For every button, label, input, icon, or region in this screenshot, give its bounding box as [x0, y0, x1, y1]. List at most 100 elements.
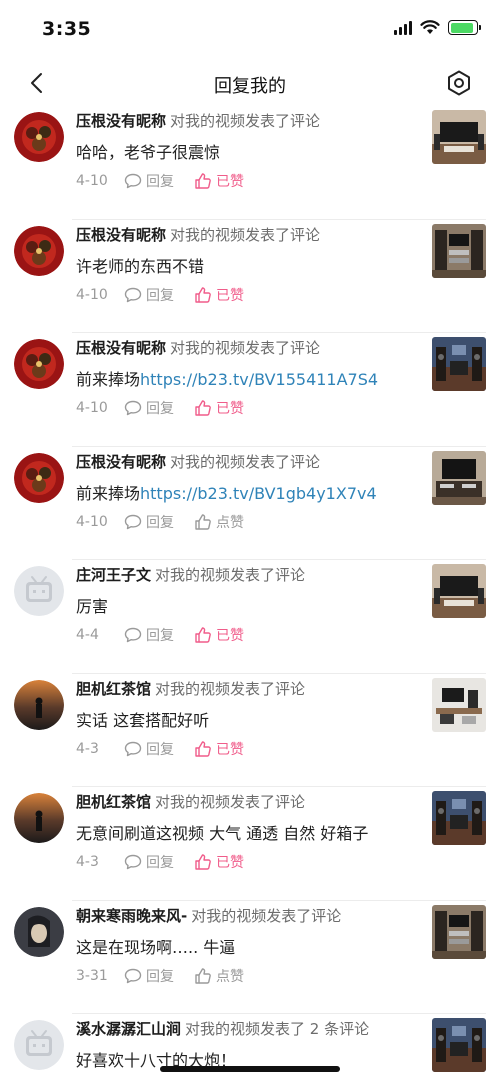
avatar[interactable]: [14, 225, 64, 276]
reply-button[interactable]: 回复: [124, 625, 174, 645]
video-link[interactable]: https://b23.tv/BV1gb4y1X7v4: [140, 484, 377, 503]
video-thumbnail[interactable]: [432, 450, 486, 505]
comment-icon: [124, 627, 142, 643]
page-title: 回复我的: [214, 76, 286, 97]
comment-icon: [124, 854, 142, 870]
username[interactable]: 溪水潺潺汇山涧: [76, 1020, 181, 1038]
wifi-icon: [420, 20, 440, 34]
reply-button[interactable]: 回复: [124, 398, 174, 418]
reply-item[interactable]: 朝来寒雨晚来风- 对我的视频发表了评论这是在现场啊….. 牛逼 3-31 回复 点赞: [0, 901, 500, 1015]
reply-button[interactable]: 回复: [124, 171, 174, 191]
reply-header: 压根没有昵称 对我的视频发表了评论: [76, 224, 320, 245]
username[interactable]: 胆机红茶馆: [76, 680, 151, 698]
reply-item[interactable]: 胆机红茶馆 对我的视频发表了评论无意间刷道这视频 大气 通透 自然 好箱子 4-3 回…: [0, 787, 500, 901]
action-text: 对我的视频发表了评论: [191, 906, 342, 925]
reply-meta: 4-10 回复 已赞: [76, 284, 244, 306]
like-button[interactable]: 点赞: [194, 512, 244, 532]
avatar[interactable]: [14, 1020, 64, 1070]
reply-item[interactable]: 庄河王子文 对我的视频发表了评论 厉害 4-4 回复 已赞: [0, 560, 500, 674]
reply-date: 4-10: [76, 400, 108, 416]
username[interactable]: 压根没有昵称: [76, 112, 166, 130]
thumbs-up-icon: [195, 513, 211, 530]
like-label: 已赞: [216, 741, 244, 758]
reply-meta: 4-3 回复 已赞: [76, 851, 244, 873]
reply-item[interactable]: 胆机红茶馆 对我的视频发表了评论 实话 这套搭配好听 4-3 回复 已赞: [0, 674, 500, 788]
comment-body: 这是在现场啊….. 牛逼: [76, 937, 236, 957]
avatar[interactable]: [14, 679, 64, 730]
thumbs-up-icon: [195, 400, 211, 416]
like-button[interactable]: 已赞: [194, 398, 244, 418]
status-time: 3:35: [42, 18, 92, 40]
username[interactable]: 胆机红茶馆: [76, 793, 151, 811]
battery-icon: [448, 20, 481, 35]
video-thumbnail[interactable]: [432, 904, 486, 959]
avatar[interactable]: [14, 793, 64, 843]
reply-item[interactable]: 压根没有昵称 对我的视频发表了评论 前来捧场https://b23.tv/BV1gb…: [0, 447, 500, 561]
action-text: 对我的视频发表了 2 条评论: [185, 1020, 370, 1038]
action-text: 对我的视频发表了评论: [170, 339, 321, 357]
thumbs-up-icon: [195, 627, 211, 643]
reply-button[interactable]: 回复: [124, 739, 174, 759]
reply-date: 4-3: [76, 740, 99, 757]
comment-body: 厉害: [76, 597, 109, 616]
reply-label: 回复: [146, 514, 174, 531]
hexagon-settings-icon[interactable]: [444, 68, 474, 98]
reply-list: 压根没有昵称 对我的视频发表了评论 哈哈，老爷子很震惊 4-10 回复 已赞 压根没有昵称对…: [0, 106, 500, 1082]
reply-header: 胆机红茶馆 对我的视频发表了评论: [76, 791, 305, 812]
reply-meta: 4-3 回复 已赞: [76, 738, 244, 760]
video-thumbnail[interactable]: [432, 791, 486, 845]
video-thumbnail[interactable]: [432, 223, 486, 278]
video-thumbnail[interactable]: [432, 337, 486, 391]
reply-button[interactable]: 回复: [124, 966, 174, 986]
avatar[interactable]: [14, 566, 64, 616]
comment-text: 前来捧场https://b23.tv/BV155411A7S4: [76, 366, 378, 390]
reply-date: 3-31: [76, 967, 108, 984]
username[interactable]: 庄河王子文: [76, 566, 151, 584]
comment-text: 哈哈，老爷子很震惊: [76, 139, 220, 163]
reply-button[interactable]: 回复: [124, 852, 174, 872]
comment-icon: [124, 741, 142, 756]
avatar[interactable]: [14, 339, 64, 389]
comment-body: 实话 这套搭配好听: [76, 710, 210, 730]
like-label: 已赞: [216, 287, 244, 304]
video-link[interactable]: https://b23.tv/BV155411A7S4: [140, 370, 378, 389]
reply-item[interactable]: 压根没有昵称 对我的视频发表了评论前来捧场https://b23.tv/BV155…: [0, 333, 500, 447]
reply-label: 回复: [146, 855, 174, 871]
comment-body: 无意间刷道这视频 大气 通透 自然 好箱子: [76, 824, 369, 843]
thumbs-up-icon: [195, 854, 211, 870]
reply-button[interactable]: 回复: [124, 512, 174, 532]
username[interactable]: 压根没有昵称: [76, 453, 166, 471]
home-indicator: [160, 1066, 340, 1072]
video-thumbnail[interactable]: [432, 677, 486, 732]
comment-icon: [124, 173, 142, 189]
like-button[interactable]: 已赞: [194, 852, 244, 872]
video-thumbnail[interactable]: [432, 110, 486, 164]
comment-icon: [124, 514, 142, 529]
comment-body: 哈哈，老爷子很震惊: [76, 143, 221, 162]
username[interactable]: 朝来寒雨晚来风-: [76, 907, 187, 925]
reply-date: 4-10: [76, 286, 108, 303]
like-button[interactable]: 已赞: [194, 171, 244, 191]
username[interactable]: 压根没有昵称: [76, 226, 166, 244]
username[interactable]: 压根没有昵称: [76, 339, 166, 357]
reply-item[interactable]: 压根没有昵称 对我的视频发表了评论 许老师的东西不错 4-10 回复 已赞: [0, 220, 500, 334]
reply-date: 4-4: [76, 627, 99, 643]
like-button[interactable]: 已赞: [194, 625, 244, 645]
reply-date: 4-3: [76, 854, 99, 870]
like-button[interactable]: 已赞: [194, 739, 244, 759]
avatar[interactable]: [14, 452, 64, 503]
like-button[interactable]: 已赞: [194, 285, 244, 305]
reply-meta: 4-4 回复 已赞: [76, 624, 244, 646]
reply-date: 4-10: [76, 173, 108, 189]
reply-item[interactable]: 压根没有昵称 对我的视频发表了评论 哈哈，老爷子很震惊 4-10 回复 已赞: [0, 106, 500, 220]
action-text: 对我的视频发表了评论: [170, 225, 321, 244]
comment-body: 前来捧场: [76, 370, 141, 389]
video-thumbnail[interactable]: [432, 1018, 486, 1072]
status-bar: 3:35: [0, 0, 500, 58]
reply-button[interactable]: 回复: [124, 285, 174, 305]
avatar[interactable]: [14, 112, 64, 162]
like-label: 点赞: [216, 514, 244, 531]
like-button[interactable]: 点赞: [194, 966, 244, 986]
video-thumbnail[interactable]: [432, 564, 486, 618]
avatar[interactable]: [14, 906, 64, 957]
